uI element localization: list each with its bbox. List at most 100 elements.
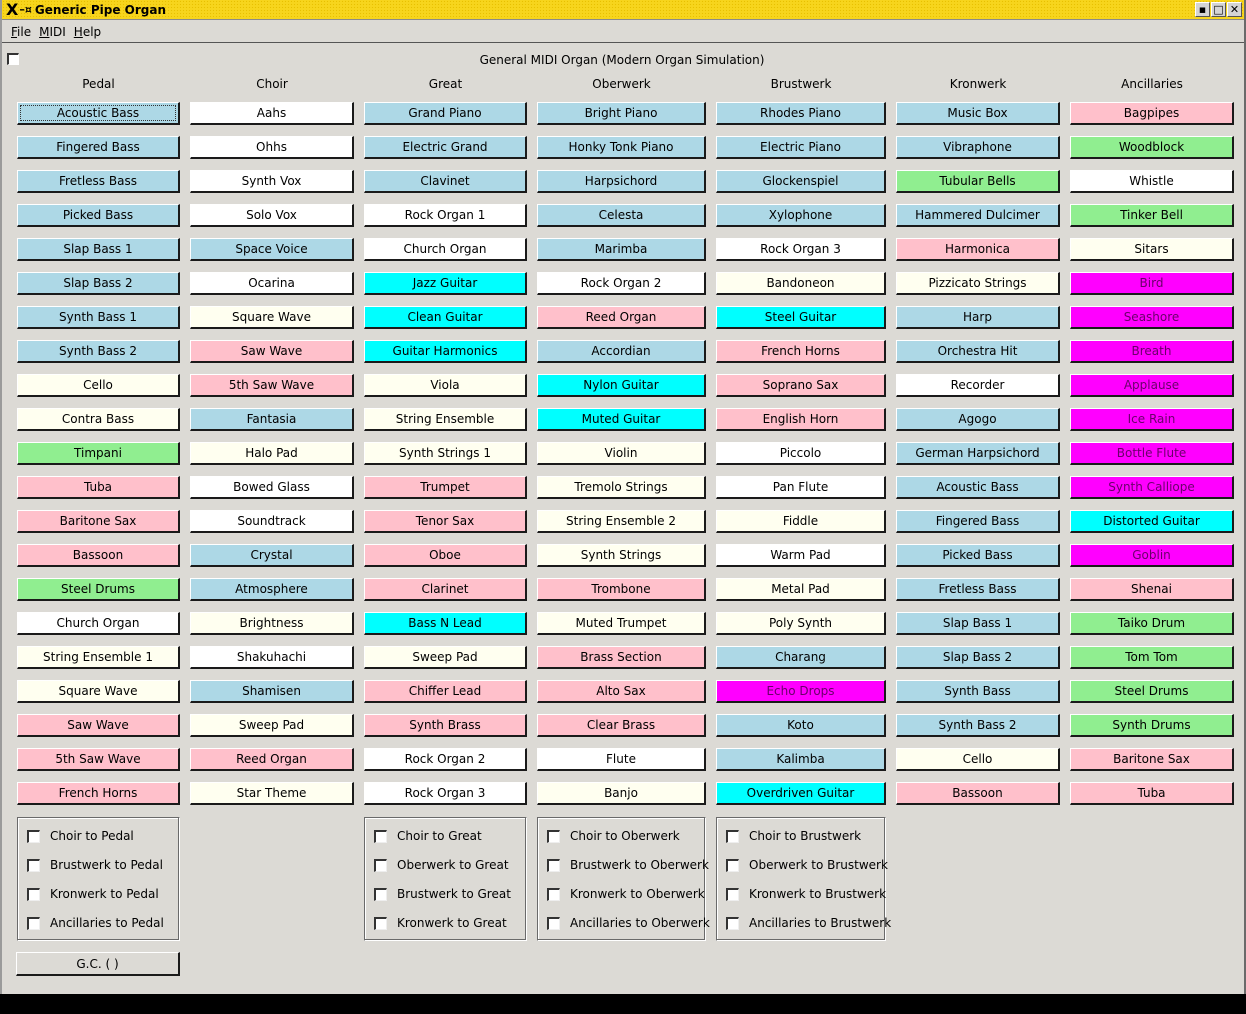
stop-button-great-chiffer-lead[interactable]: Chiffer Lead xyxy=(364,680,527,703)
stop-button-pedal-string-ensemble-1[interactable]: String Ensemble 1 xyxy=(17,646,180,669)
coupler-kronwerk-to-oberwerk[interactable]: Kronwerk to Oberwerk xyxy=(547,886,705,902)
stop-button-ancillaries-whistle[interactable]: Whistle xyxy=(1070,170,1234,193)
stop-button-brustwerk-pan-flute[interactable]: Pan Flute xyxy=(716,476,886,499)
stop-button-great-bass-n-lead[interactable]: Bass N Lead xyxy=(364,612,527,635)
stop-button-brustwerk-koto[interactable]: Koto xyxy=(716,714,886,737)
stop-button-brustwerk-metal-pad[interactable]: Metal Pad xyxy=(716,578,886,601)
stop-button-kronwerk-bassoon[interactable]: Bassoon xyxy=(896,782,1060,805)
stop-button-oberwerk-honky-tonk-piano[interactable]: Honky Tonk Piano xyxy=(537,136,706,159)
stop-button-ancillaries-tom-tom[interactable]: Tom Tom xyxy=(1070,646,1234,669)
stop-button-ancillaries-applause[interactable]: Applause xyxy=(1070,374,1234,397)
coupler-checkbox[interactable] xyxy=(726,829,739,843)
stop-button-pedal-synth-bass-1[interactable]: Synth Bass 1 xyxy=(17,306,180,329)
stop-button-choir-ocarina[interactable]: Ocarina xyxy=(190,272,354,295)
stop-button-choir-ohhs[interactable]: Ohhs xyxy=(190,136,354,159)
coupler-checkbox[interactable] xyxy=(374,829,387,843)
stop-button-pedal-square-wave[interactable]: Square Wave xyxy=(17,680,180,703)
coupler-oberwerk-to-brustwerk[interactable]: Oberwerk to Brustwerk xyxy=(726,857,888,873)
stop-button-oberwerk-muted-guitar[interactable]: Muted Guitar xyxy=(537,408,706,431)
stop-button-great-guitar-harmonics[interactable]: Guitar Harmonics xyxy=(364,340,527,363)
stop-button-great-rock-organ-3[interactable]: Rock Organ 3 xyxy=(364,782,527,805)
coupler-choir-to-great[interactable]: Choir to Great xyxy=(374,828,482,844)
stop-button-kronwerk-slap-bass-2[interactable]: Slap Bass 2 xyxy=(896,646,1060,669)
stop-button-oberwerk-trombone[interactable]: Trombone xyxy=(537,578,706,601)
coupler-oberwerk-to-great[interactable]: Oberwerk to Great xyxy=(374,857,509,873)
stop-button-ancillaries-bird[interactable]: Bird xyxy=(1070,272,1234,295)
stop-button-pedal-fretless-bass[interactable]: Fretless Bass xyxy=(17,170,180,193)
stop-button-pedal-timpani[interactable]: Timpani xyxy=(17,442,180,465)
stop-button-brustwerk-electric-piano[interactable]: Electric Piano xyxy=(716,136,886,159)
stop-button-ancillaries-steel-drums[interactable]: Steel Drums xyxy=(1070,680,1234,703)
stop-button-ancillaries-bottle-flute[interactable]: Bottle Flute xyxy=(1070,442,1234,465)
stop-button-choir-fantasia[interactable]: Fantasia xyxy=(190,408,354,431)
stop-button-great-jazz-guitar[interactable]: Jazz Guitar xyxy=(364,272,527,295)
stop-button-oberwerk-synth-strings[interactable]: Synth Strings xyxy=(537,544,706,567)
coupler-checkbox[interactable] xyxy=(726,887,739,901)
stop-button-great-trumpet[interactable]: Trumpet xyxy=(364,476,527,499)
coupler-checkbox[interactable] xyxy=(547,916,560,930)
stop-button-brustwerk-charang[interactable]: Charang xyxy=(716,646,886,669)
stop-button-kronwerk-harmonica[interactable]: Harmonica xyxy=(896,238,1060,261)
stop-button-great-synth-brass[interactable]: Synth Brass xyxy=(364,714,527,737)
stop-button-choir-shamisen[interactable]: Shamisen xyxy=(190,680,354,703)
stop-button-kronwerk-picked-bass[interactable]: Picked Bass xyxy=(896,544,1060,567)
stop-button-brustwerk-xylophone[interactable]: Xylophone xyxy=(716,204,886,227)
coupler-checkbox[interactable] xyxy=(547,858,560,872)
stop-button-ancillaries-breath[interactable]: Breath xyxy=(1070,340,1234,363)
coupler-brustwerk-to-oberwerk[interactable]: Brustwerk to Oberwerk xyxy=(547,857,709,873)
stop-button-ancillaries-synth-drums[interactable]: Synth Drums xyxy=(1070,714,1234,737)
stop-button-pedal-slap-bass-1[interactable]: Slap Bass 1 xyxy=(17,238,180,261)
stop-button-ancillaries-tuba[interactable]: Tuba xyxy=(1070,782,1234,805)
stop-button-oberwerk-accordian[interactable]: Accordian xyxy=(537,340,706,363)
stop-button-kronwerk-hammered-dulcimer[interactable]: Hammered Dulcimer xyxy=(896,204,1060,227)
stop-button-choir-sweep-pad[interactable]: Sweep Pad xyxy=(190,714,354,737)
stop-button-pedal-cello[interactable]: Cello xyxy=(17,374,180,397)
stop-button-great-viola[interactable]: Viola xyxy=(364,374,527,397)
stop-button-kronwerk-orchestra-hit[interactable]: Orchestra Hit xyxy=(896,340,1060,363)
stop-button-great-oboe[interactable]: Oboe xyxy=(364,544,527,567)
stop-button-choir-brightness[interactable]: Brightness xyxy=(190,612,354,635)
stop-button-pedal-acoustic-bass[interactable]: Acoustic Bass xyxy=(17,102,180,125)
coupler-checkbox[interactable] xyxy=(726,916,739,930)
stop-button-kronwerk-music-box[interactable]: Music Box xyxy=(896,102,1060,125)
stop-button-choir-reed-organ[interactable]: Reed Organ xyxy=(190,748,354,771)
stop-button-kronwerk-agogo[interactable]: Agogo xyxy=(896,408,1060,431)
stop-button-pedal-saw-wave[interactable]: Saw Wave xyxy=(17,714,180,737)
coupler-ancillaries-to-oberwerk[interactable]: Ancillaries to Oberwerk xyxy=(547,915,710,931)
stop-button-great-rock-organ-2[interactable]: Rock Organ 2 xyxy=(364,748,527,771)
stop-button-great-sweep-pad[interactable]: Sweep Pad xyxy=(364,646,527,669)
stop-button-ancillaries-bagpipes[interactable]: Bagpipes xyxy=(1070,102,1234,125)
stop-button-brustwerk-kalimba[interactable]: Kalimba xyxy=(716,748,886,771)
coupler-kronwerk-to-great[interactable]: Kronwerk to Great xyxy=(374,915,507,931)
menu-midi[interactable]: MIDI xyxy=(39,25,66,39)
title-bar[interactable]: X –¤ Generic Pipe Organ ▪ □ ✕ xyxy=(2,0,1244,20)
stop-button-choir-5th-saw-wave[interactable]: 5th Saw Wave xyxy=(190,374,354,397)
stop-button-brustwerk-echo-drops[interactable]: Echo Drops xyxy=(716,680,886,703)
stop-button-choir-synth-vox[interactable]: Synth Vox xyxy=(190,170,354,193)
coupler-checkbox[interactable] xyxy=(27,887,40,901)
stop-button-kronwerk-tubular-bells[interactable]: Tubular Bells xyxy=(896,170,1060,193)
stop-button-pedal-slap-bass-2[interactable]: Slap Bass 2 xyxy=(17,272,180,295)
stop-button-kronwerk-acoustic-bass[interactable]: Acoustic Bass xyxy=(896,476,1060,499)
stop-button-ancillaries-ice-rain[interactable]: Ice Rain xyxy=(1070,408,1234,431)
stop-button-choir-shakuhachi[interactable]: Shakuhachi xyxy=(190,646,354,669)
coupler-ancillaries-to-brustwerk[interactable]: Ancillaries to Brustwerk xyxy=(726,915,891,931)
stop-button-great-string-ensemble[interactable]: String Ensemble xyxy=(364,408,527,431)
stop-button-ancillaries-sitars[interactable]: Sitars xyxy=(1070,238,1234,261)
stop-button-brustwerk-soprano-sax[interactable]: Soprano Sax xyxy=(716,374,886,397)
stop-button-great-rock-organ-1[interactable]: Rock Organ 1 xyxy=(364,204,527,227)
coupler-checkbox[interactable] xyxy=(27,829,40,843)
stop-button-oberwerk-tremolo-strings[interactable]: Tremolo Strings xyxy=(537,476,706,499)
stop-button-pedal-picked-bass[interactable]: Picked Bass xyxy=(17,204,180,227)
stop-button-oberwerk-violin[interactable]: Violin xyxy=(537,442,706,465)
stop-button-ancillaries-synth-calliope[interactable]: Synth Calliope xyxy=(1070,476,1234,499)
stop-button-oberwerk-celesta[interactable]: Celesta xyxy=(537,204,706,227)
stop-button-brustwerk-warm-pad[interactable]: Warm Pad xyxy=(716,544,886,567)
stop-button-pedal-tuba[interactable]: Tuba xyxy=(17,476,180,499)
stop-button-choir-soundtrack[interactable]: Soundtrack xyxy=(190,510,354,533)
stop-button-brustwerk-poly-synth[interactable]: Poly Synth xyxy=(716,612,886,635)
coupler-kronwerk-to-brustwerk[interactable]: Kronwerk to Brustwerk xyxy=(726,886,886,902)
stop-button-oberwerk-flute[interactable]: Flute xyxy=(537,748,706,771)
stop-button-pedal-french-horns[interactable]: French Horns xyxy=(17,782,180,805)
stop-button-great-tenor-sax[interactable]: Tenor Sax xyxy=(364,510,527,533)
